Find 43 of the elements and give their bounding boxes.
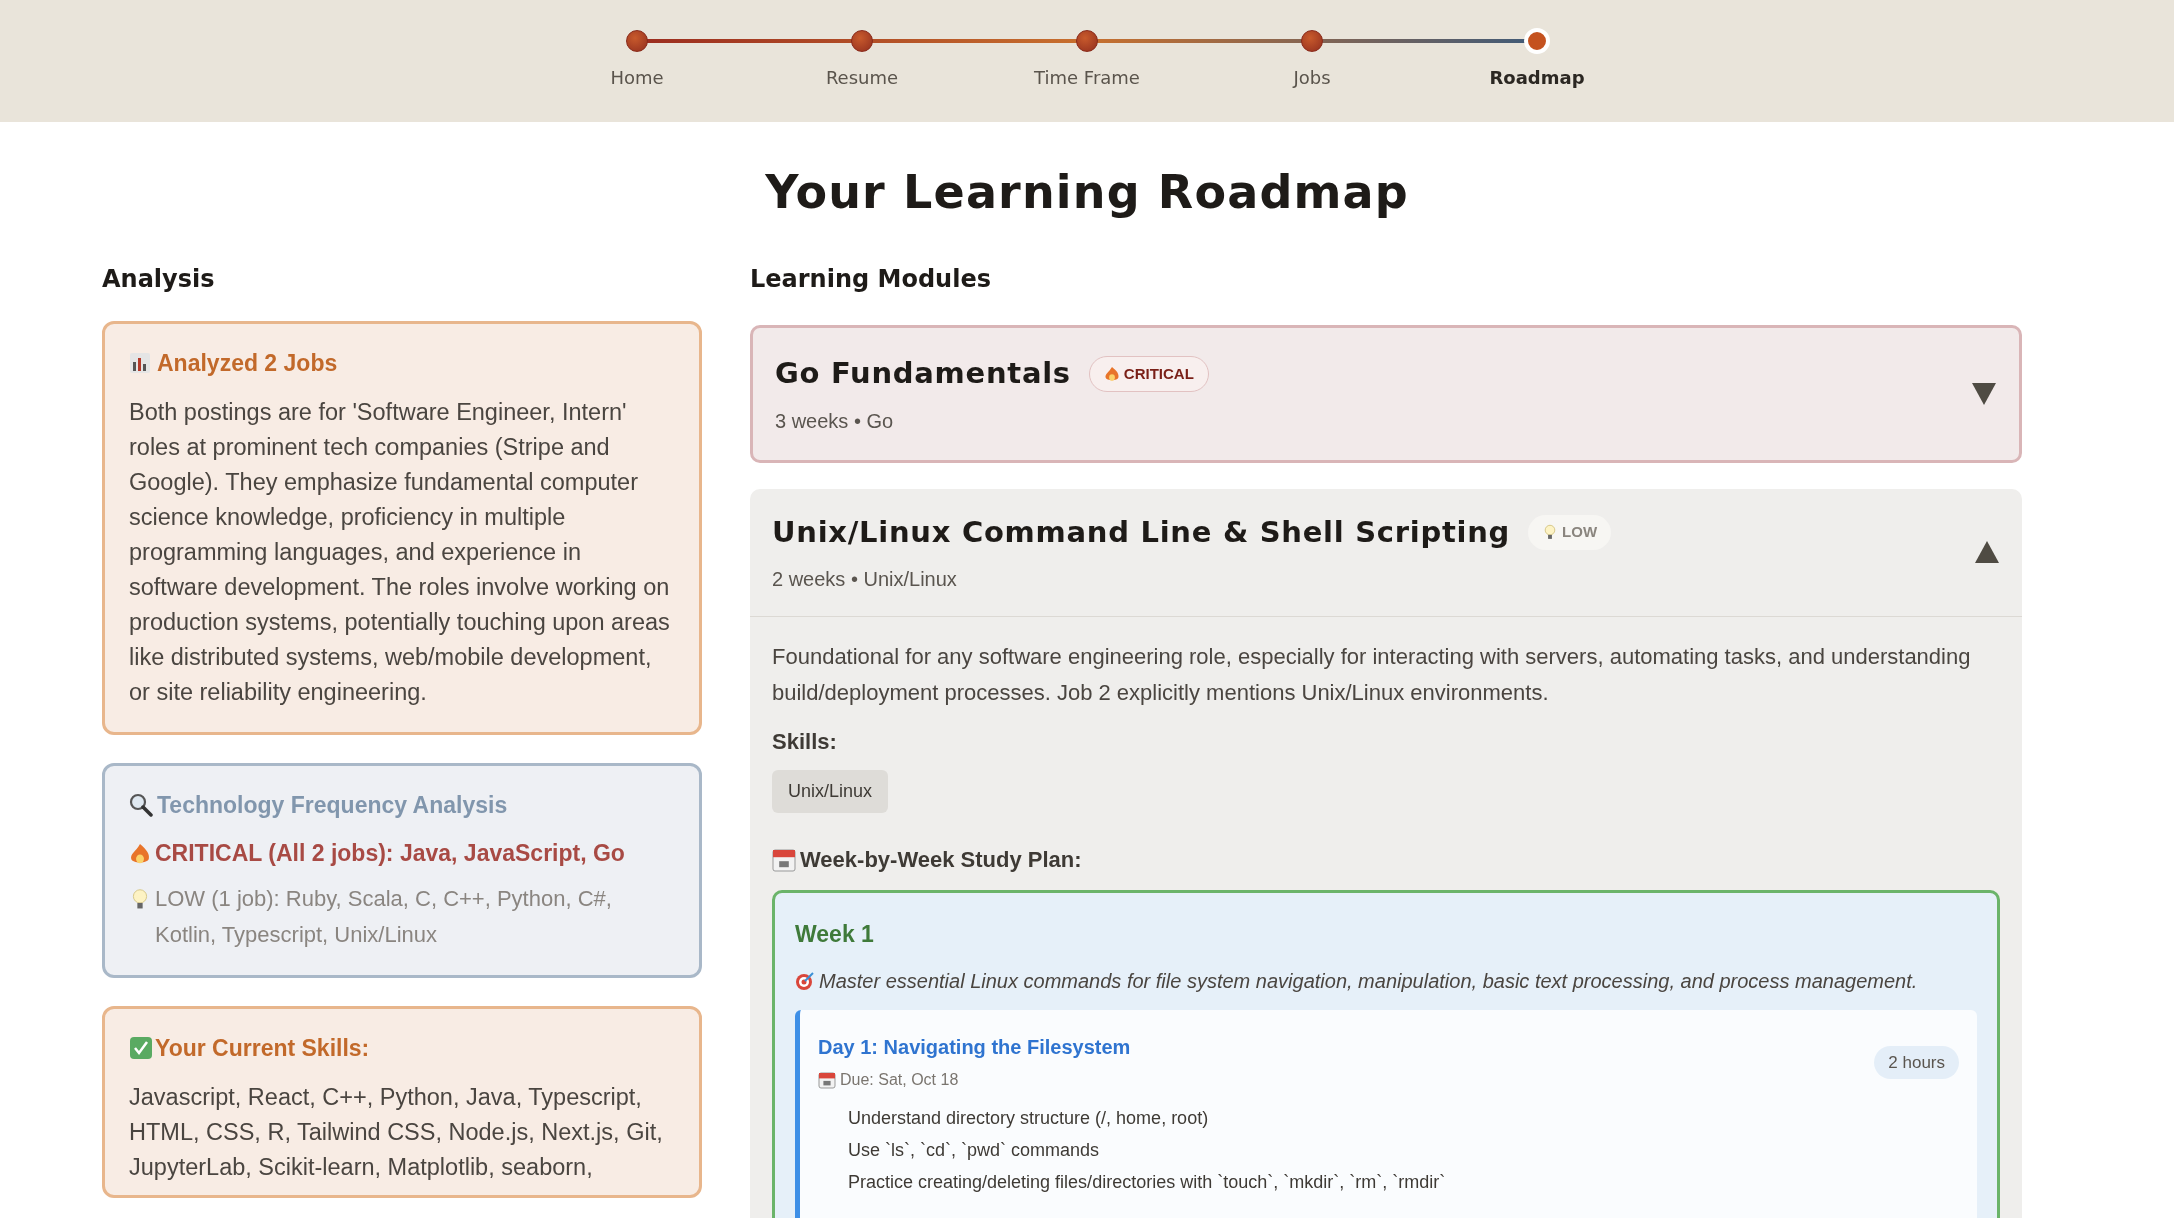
module-meta: 2 weeks • Unix/Linux xyxy=(772,567,958,592)
module-title: Go Fundamentals xyxy=(775,355,1071,392)
frequency-text: LOW (1 job): Ruby, Scala, C, C++, Python, C#, Kotlin, Typescript, Unix/Linux xyxy=(155,885,613,949)
section-heading: Learning Modules xyxy=(750,264,992,295)
stepper-step[interactable]: Jobs xyxy=(1199,30,1425,122)
module-meta: 3 weeks • Go xyxy=(775,408,895,434)
module-description: Foundational for any software engineering role, especially for interacting with servers, automating tasks, and understanding build/deployment processes. Job 2 explicitly mentions Unix/Linux environments. xyxy=(772,643,1972,707)
section-heading: Analysis xyxy=(102,264,216,295)
stepper-step[interactable]: Home xyxy=(524,30,750,122)
day-title: Day 1: Navigating the Filesystem xyxy=(818,1034,1132,1060)
stepper-step[interactable]: Resume xyxy=(749,30,975,122)
target-icon xyxy=(795,970,815,991)
card-title: Your Current Skills: xyxy=(155,1034,370,1063)
priority-badge: LOW xyxy=(1528,515,1612,550)
card-title: Analyzed 2 Jobs xyxy=(157,349,338,378)
task-item: Understand directory structure (/, home, root) xyxy=(848,1106,1210,1130)
summary-text: Both postings are for 'Software Engineer, Intern' roles at prominent tech companies (Stripe and Google). They emphasize fundamental computer science knowledge, proficiency in multiple programming languages, and experience in software development. The roles involve working on production systems, potentially touching upon areas like distributed systems, web/mobile development, or site reliability engineering. xyxy=(129,397,671,707)
due-date: Due: Sat, Oct 18 xyxy=(840,1069,959,1090)
task-item: Use `ls`, `cd`, `pwd` commands xyxy=(848,1138,1101,1162)
skill-tag: Unix/Linux xyxy=(772,770,889,813)
skills-label: Skills: xyxy=(772,728,838,756)
duration-badge: 2 hours xyxy=(1874,1045,1959,1079)
week-title: Week 1 xyxy=(795,920,875,949)
module-header[interactable]: Unix/Linux Command Line & Shell Scripting LOW 2 weeks • Unix/Linux xyxy=(750,488,2022,617)
skills-text: Javascript, React, C++, Python, Java, Typescript, HTML, CSS, R, Tailwind CSS, Node.js, Next.js, Git, JupyterLab, Scikit-learn, Matplotlib, seaborn, xyxy=(129,1082,664,1182)
module-title: Unix/Linux Command Line & Shell Scripting xyxy=(772,513,1511,551)
flame-icon xyxy=(129,843,151,865)
calendar-icon xyxy=(818,1070,836,1089)
bar-chart-icon xyxy=(129,352,151,375)
priority-badge: CRITICAL xyxy=(1088,355,1209,392)
stepper-step[interactable]: Time Frame xyxy=(974,30,1200,122)
page-title: Your Learning Roadmap xyxy=(764,164,1410,221)
stepper-step[interactable]: Roadmap xyxy=(1424,30,1650,122)
task-item: Practice creating/deleting files/directories with `touch`, `mkdir`, `rm`, `rmdir` xyxy=(848,1170,1446,1194)
flame-icon xyxy=(1103,365,1120,382)
search-icon xyxy=(129,792,153,817)
calendar-icon xyxy=(772,847,796,872)
checkbox-icon xyxy=(129,1036,153,1061)
week-goal: Master essential Linux commands for file system navigation, manipulation, basic text processing, and process management. xyxy=(819,968,1918,994)
frequency-text: CRITICAL (All 2 jobs): Java, JavaScript, Go xyxy=(155,839,625,868)
card-title: Technology Frequency Analysis xyxy=(157,790,508,820)
module-header[interactable]: Go Fundamentals CRITICAL 3 weeks • Go xyxy=(753,328,2019,460)
plan-label: Week-by-Week Study Plan: xyxy=(800,846,1082,874)
